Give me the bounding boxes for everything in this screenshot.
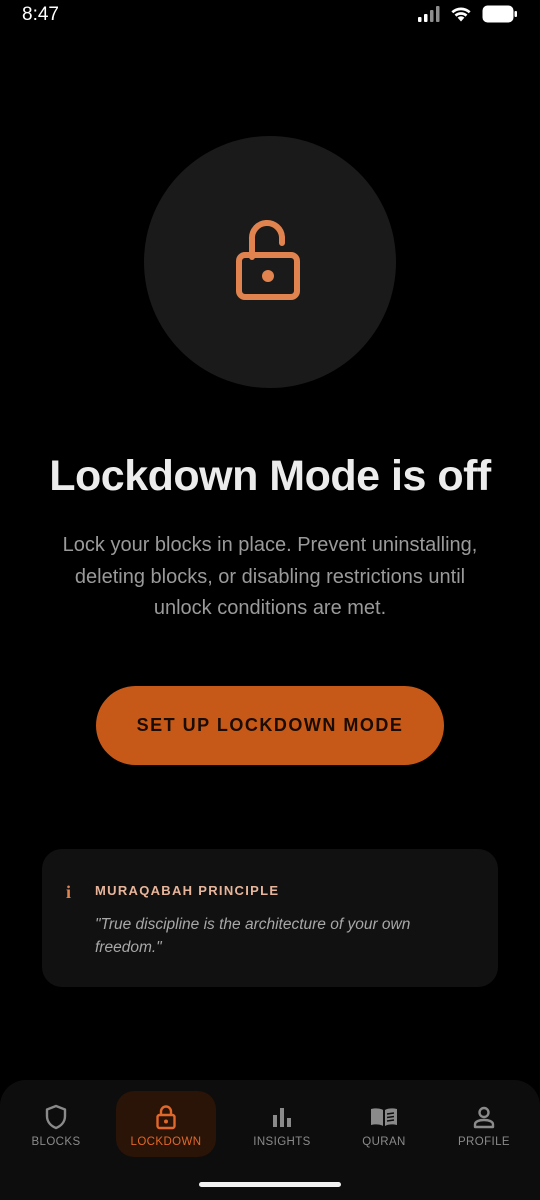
principle-title: MURAQABAH PRINCIPLE bbox=[95, 883, 280, 898]
bar-chart-icon bbox=[270, 1102, 294, 1132]
nav-label-blocks: BLOCKS bbox=[31, 1136, 81, 1148]
status-bar: 8:47 bbox=[0, 0, 540, 32]
home-indicator[interactable] bbox=[199, 1182, 341, 1187]
battery-icon bbox=[482, 5, 518, 23]
info-icon: i bbox=[66, 882, 72, 902]
nav-item-lockdown[interactable]: LOCKDOWN bbox=[116, 1091, 216, 1157]
person-icon bbox=[472, 1102, 496, 1132]
setup-lockdown-button[interactable]: SET UP LOCKDOWN MODE bbox=[96, 686, 444, 765]
lock-icon bbox=[155, 1102, 177, 1132]
nav-label-lockdown: LOCKDOWN bbox=[130, 1136, 202, 1148]
nav-label-quran: QURAN bbox=[362, 1136, 406, 1148]
open-book-icon bbox=[369, 1102, 399, 1132]
nav-label-profile: PROFILE bbox=[457, 1136, 510, 1148]
shield-icon bbox=[44, 1102, 68, 1132]
status-icons bbox=[418, 5, 518, 23]
nav-label-insights: INSIGHTS bbox=[253, 1136, 311, 1148]
nav-item-quran[interactable]: QURAN bbox=[334, 1091, 434, 1157]
signal-icon bbox=[418, 6, 440, 22]
status-time: 8:47 bbox=[22, 4, 59, 25]
nav-item-insights[interactable]: INSIGHTS bbox=[232, 1091, 332, 1157]
page-title: Lockdown Mode is off bbox=[49, 452, 491, 500]
unlocked-padlock-icon bbox=[236, 217, 304, 308]
nav-item-profile[interactable]: PROFILE bbox=[434, 1091, 534, 1157]
lock-status-circle bbox=[144, 136, 396, 388]
principle-quote: "True discipline is the architecture of … bbox=[95, 916, 411, 956]
nav-item-blocks[interactable]: BLOCKS bbox=[6, 1091, 106, 1157]
principle-card: i MURAQABAH PRINCIPLE "True discipline i… bbox=[42, 849, 498, 987]
lockdown-description: Lock your blocks in place. Prevent unins… bbox=[62, 534, 478, 619]
wifi-icon bbox=[450, 6, 472, 22]
